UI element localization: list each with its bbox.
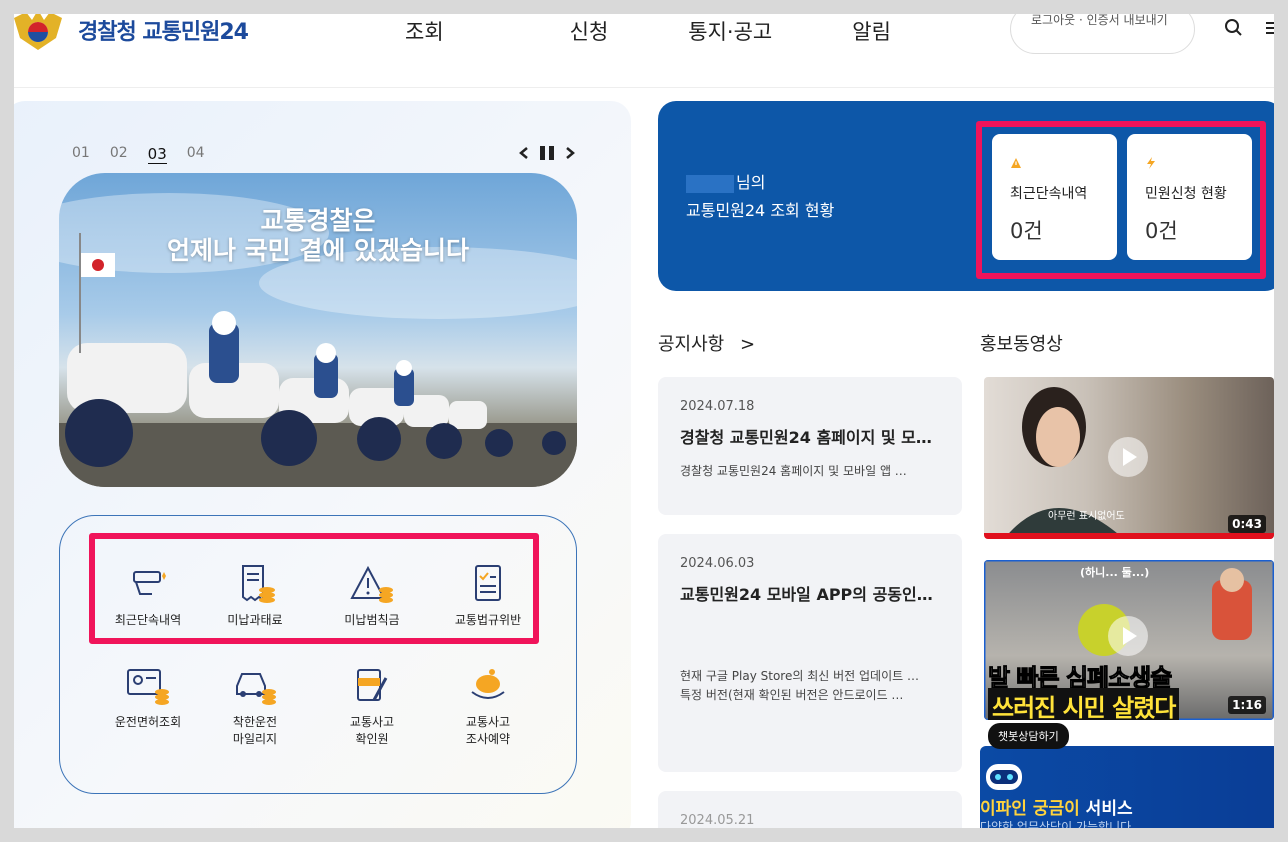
pause-icon[interactable] <box>538 144 556 162</box>
hero-banner[interactable]: 교통경찰은 언제나 국민 곁에 있겠습니다 <box>59 173 577 487</box>
receipt-coins-icon <box>242 565 275 603</box>
notice-body-line: 특정 버전(현재 확인된 버전은 안드로이드 … <box>680 688 904 702</box>
id-card-coins-icon <box>127 669 169 705</box>
piggy-bank-icon <box>471 669 505 699</box>
logo-text: 경찰청 교통민원24 <box>78 20 249 45</box>
user-suffix: 님의 <box>736 173 766 192</box>
service-unpaid-penalty[interactable]: 미납범칙금 <box>317 564 427 629</box>
inquiry-status-card: 님의 교통민원24 조회 현황 최근단속내역 0건 민원신청 현황 0건 <box>658 101 1274 291</box>
stat-value: 0건 <box>1010 219 1043 243</box>
chatbot-title-rest: 서비스 <box>1079 799 1133 819</box>
chatbot-title: 이파인 궁금이 서비스 <box>980 794 1133 819</box>
chatbot-title-highlight: 이파인 궁금이 <box>980 799 1080 819</box>
service-unpaid-fine[interactable]: 미납과태료 <box>200 564 310 629</box>
notice-body-line: 현재 구글 Play Store의 최신 버전 업데이트 … <box>680 669 919 683</box>
camera-icon <box>133 571 166 595</box>
stat-label: 민원신청 현황 <box>1145 186 1227 202</box>
chatbot-bubble[interactable]: 챗봇상담하기 <box>988 723 1069 749</box>
logout-button[interactable]: 로그아웃 · 인증서 내보내기 <box>1010 14 1195 54</box>
chevron-left-icon[interactable] <box>518 146 530 160</box>
notice-body-line: 경찰청 교통민원24 홈페이지 및 모바일 앱 … <box>680 464 907 478</box>
service-accident-certificate[interactable]: 교통사고 확인원 <box>317 666 427 748</box>
service-safe-driving-mileage[interactable]: 착한운전 마일리지 <box>200 666 310 748</box>
banner-title-line2: 언제나 국민 곁에 있겠습니다 <box>166 236 470 265</box>
notice-body: 현재 구글 Play Store의 최신 버전 업데이트 … 특정 버전(현재 … <box>680 667 940 705</box>
chevron-right-icon[interactable] <box>564 146 576 160</box>
notice-card[interactable]: 2024.06.03 교통민원24 모바일 APP의 공동인증서 … 현재 구글… <box>658 534 962 772</box>
video-thumbnail[interactable]: (하니... 둘...) 발 빠른 심폐소생술 쓰러진 시민 살렸다 1:16 <box>984 560 1274 720</box>
stat-application-status[interactable]: 민원신청 현황 0건 <box>1127 134 1252 260</box>
service-label: 착한운전 마일리지 <box>232 715 278 746</box>
chatbot-banner[interactable]: 이파인 궁금이 서비스 다양한 업무상담이 가능합니다. <box>980 746 1274 828</box>
service-label: 교통법규위반 <box>454 613 522 627</box>
nav-alert[interactable]: 알림 <box>852 16 891 46</box>
warning-icon <box>1011 158 1021 168</box>
lightning-icon <box>1147 157 1155 169</box>
car-coins-icon <box>236 673 276 705</box>
slide-number[interactable]: 02 <box>110 145 128 164</box>
stat-label: 최근단속내역 <box>1010 186 1088 202</box>
service-label: 미납과태료 <box>227 613 283 627</box>
slide-number[interactable]: 01 <box>72 145 90 164</box>
videos-title: 홍보동영상 <box>980 334 1063 355</box>
notice-date: 2024.06.03 <box>680 556 755 571</box>
service-accident-investigation-booking[interactable]: 교통사고 조사예약 <box>433 666 543 748</box>
service-label: 운전면허조회 <box>114 715 182 729</box>
stat-recent-enforcement[interactable]: 최근단속내역 0건 <box>992 134 1117 260</box>
notice-title: 교통민원24 모바일 APP의 공동인증서 … <box>680 585 940 604</box>
search-icon[interactable] <box>1224 18 1244 38</box>
service-label: 교통사고 조사예약 <box>465 715 511 746</box>
page: 경찰청 교통민원24 조회 신청 통지·공고 알림 로그아웃 · 인증서 내보내… <box>14 14 1274 828</box>
site-logo[interactable]: 경찰청 교통민원24 <box>14 14 249 52</box>
video-duration: 1:16 <box>1228 696 1266 714</box>
nav-inquiry[interactable]: 조회 <box>405 16 444 46</box>
service-recent-enforcement[interactable]: 최근단속내역 <box>93 564 203 629</box>
service-label: 교통사고 확인원 <box>349 715 395 746</box>
main-nav: 조회 신청 통지·공고 알림 <box>405 16 891 46</box>
nav-apply[interactable]: 신청 <box>570 16 609 46</box>
menu-icon[interactable] <box>1264 18 1274 38</box>
notice-date: 2024.05.21 <box>680 813 755 828</box>
video-caption-line2: 쓰러진 시민 살렸다 <box>988 688 1180 720</box>
warning-coins-icon <box>350 565 393 603</box>
police-emblem-icon <box>14 14 62 50</box>
video-duration: 0:43 <box>1228 515 1266 533</box>
document-pen-icon <box>357 669 388 701</box>
stat-value: 0건 <box>1145 219 1178 243</box>
header: 경찰청 교통민원24 조회 신청 통지·공고 알림 로그아웃 · 인증서 내보내… <box>14 14 1274 88</box>
checklist-icon <box>475 565 501 601</box>
video-top-text: (하니... 둘...) <box>1080 566 1150 579</box>
chatbot-subtitle: 다양한 업무상담이 가능합니다. <box>980 820 1135 828</box>
service-license-inquiry[interactable]: 운전면허조회 <box>93 666 203 731</box>
notice-card[interactable]: 2024.07.18 경찰청 교통민원24 홈페이지 및 모바일 앱 … 경찰청… <box>658 377 962 515</box>
notices-title-text: 공지사항 <box>658 334 725 355</box>
service-label: 미납범칙금 <box>344 613 400 627</box>
play-icon[interactable] <box>1108 616 1148 656</box>
slide-pagination: 01 02 03 04 <box>72 145 205 164</box>
notice-body: 경찰청 교통민원24 홈페이지 및 모바일 앱 … <box>680 462 940 481</box>
service-label: 최근단속내역 <box>114 613 182 627</box>
play-icon[interactable] <box>1108 437 1148 477</box>
notice-card[interactable]: 2024.05.21 <box>658 791 962 828</box>
robot-icon <box>986 764 1022 790</box>
video-caption: 아무런 표시없어도 <box>1048 511 1125 522</box>
notice-title: 경찰청 교통민원24 홈페이지 및 모바일 앱 … <box>680 428 940 447</box>
video-thumbnail[interactable]: 아무런 표시없어도 0:43 <box>984 377 1274 539</box>
notices-title[interactable]: 공지사항 > <box>658 330 755 356</box>
service-traffic-violation[interactable]: 교통법규위반 <box>433 564 543 629</box>
chevron-right-icon[interactable]: > <box>740 334 755 355</box>
notice-date: 2024.07.18 <box>680 399 755 414</box>
status-title: 교통민원24 조회 현황 <box>686 201 835 220</box>
nav-notice[interactable]: 통지·공고 <box>688 16 772 46</box>
status-user-greeting: 님의 교통민원24 조회 현황 <box>686 169 834 225</box>
slide-number[interactable]: 04 <box>187 145 205 164</box>
slide-number-active[interactable]: 03 <box>147 145 167 164</box>
banner-title-line1: 교통경찰은 <box>260 206 376 235</box>
masked-username <box>686 174 734 193</box>
